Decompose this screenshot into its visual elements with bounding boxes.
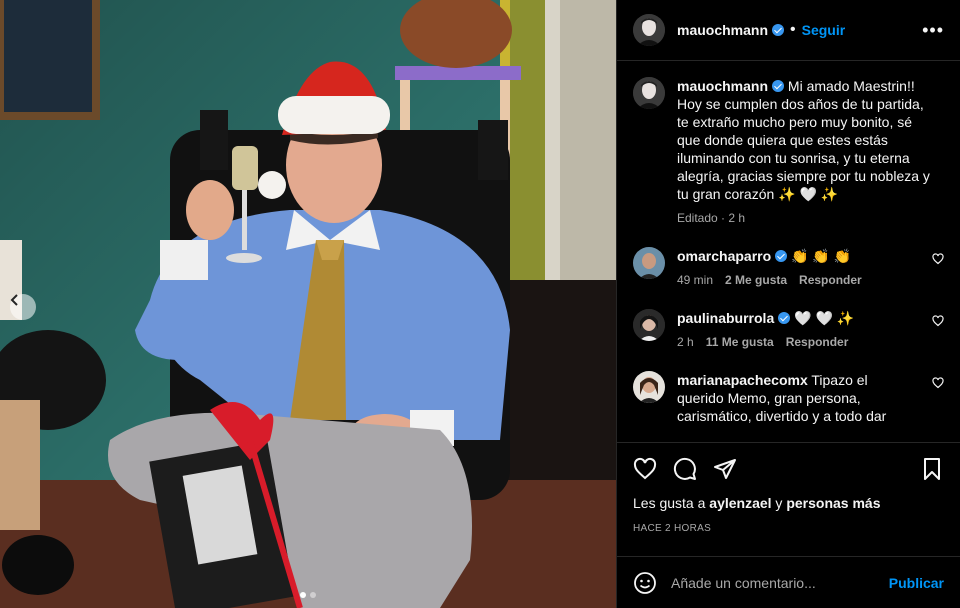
reply-button[interactable]: Responder [786,335,849,349]
post-timestamp: HACE 2 HORAS [633,523,712,534]
avatar-image [633,77,665,109]
comment-item: omarchaparro 👏 👏 👏 49 min 2 Me gusta Res… [633,247,944,287]
comment-input[interactable] [671,574,875,591]
caption-username[interactable]: mauochmann [677,78,768,94]
caption-meta: Editado · 2 h [677,211,746,225]
verified-badge-icon [772,80,785,92]
instagram-post-view: mauochmann • Seguir ••• mauochmann Mi am… [0,0,960,608]
carousel-dot [310,592,316,598]
comment-likes[interactable]: 2 Me gusta [725,273,787,287]
comments-list[interactable]: mauochmann Mi amado Maestrin!! Hoy se cu… [617,61,960,442]
like-comment-heart-icon[interactable] [932,315,944,327]
comment-item: marianapachecomx Tipazo el querido Memo,… [633,371,944,425]
action-icons [633,457,944,481]
photo-illustration [0,0,616,608]
carousel-dot [300,592,306,598]
commenter-avatar[interactable] [633,247,665,279]
comment-icon[interactable] [673,457,697,481]
commenter-avatar[interactable] [633,309,665,341]
comment-likes[interactable]: 11 Me gusta [706,335,774,349]
save-bookmark-icon[interactable] [920,457,944,481]
share-send-icon[interactable] [713,457,737,481]
like-heart-icon[interactable] [633,457,657,481]
comment-text: 🤍 🤍 ✨ [794,310,855,326]
caption-text: Mi amado Maestrin!! Hoy se cumplen dos a… [677,78,930,202]
post-photo[interactable] [0,0,616,608]
avatar-image [633,247,665,279]
avatar-image [633,14,665,46]
commenter-username[interactable]: marianapachecomx [677,372,808,388]
liker-username[interactable]: aylenzael [709,495,771,511]
more-options-icon[interactable]: ••• [922,20,944,41]
likes-prefix: Les gusta a [633,495,710,511]
post-side-panel: mauochmann • Seguir ••• mauochmann Mi am… [616,0,960,608]
commenter-username[interactable]: omarchaparro [677,248,771,264]
reply-button[interactable]: Responder [799,273,862,287]
carousel-previous-button[interactable] [10,294,36,320]
caption-body: mauochmann Mi amado Maestrin!! Hoy se cu… [677,77,937,203]
comment-text: 👏 👏 👏 [791,248,852,264]
comment-composer: Publicar [617,556,960,608]
post-caption: mauochmann Mi amado Maestrin!! Hoy se cu… [633,77,944,225]
like-comment-heart-icon[interactable] [932,253,944,265]
separator-dot: • [790,21,796,38]
post-actions-bar: Les gusta a aylenzael y personas más HAC… [617,442,960,556]
likes-mid: y [771,495,787,511]
verified-badge-icon [778,312,791,324]
commenter-avatar[interactable] [633,371,665,403]
author-username[interactable]: mauochmann [677,22,768,38]
emoji-icon[interactable] [633,571,657,595]
likes-others-link[interactable]: personas más [786,495,880,511]
comment-time: 2 h [677,335,694,349]
avatar-image [633,371,665,403]
avatar-image [633,309,665,341]
comment-time: 49 min [677,273,714,287]
chevron-left-icon [10,294,18,306]
commenter-username[interactable]: paulinaburrola [677,310,774,326]
caption-avatar[interactable] [633,77,665,109]
follow-button[interactable]: Seguir [802,22,846,38]
comment-item: paulinaburrola 🤍 🤍 ✨ 2 h 11 Me gusta Res… [633,309,944,349]
carousel-indicator [0,592,616,598]
likes-summary: Les gusta a aylenzael y personas más [633,495,944,511]
like-comment-heart-icon[interactable] [932,377,944,389]
verified-badge-icon [775,250,788,262]
verified-badge-icon [772,24,785,36]
author-avatar[interactable] [633,14,665,46]
publish-button[interactable]: Publicar [889,575,944,591]
post-header: mauochmann • Seguir ••• [617,0,960,61]
author-info: mauochmann • Seguir [677,21,845,39]
